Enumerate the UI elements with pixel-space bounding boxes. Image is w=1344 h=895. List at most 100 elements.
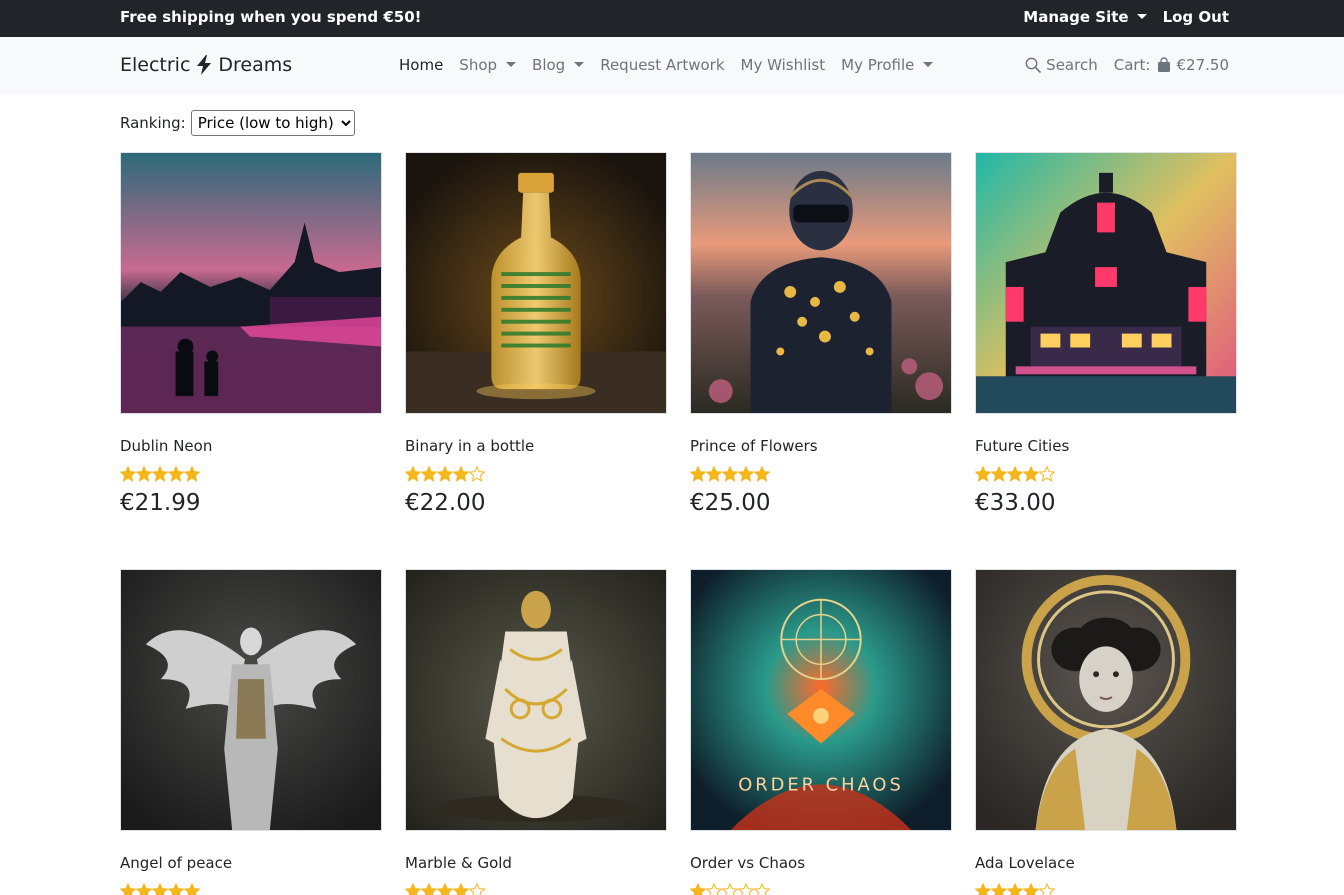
star-filled-icon: [690, 883, 706, 895]
rating-stars: [690, 466, 770, 484]
star-filled-icon: [1023, 466, 1039, 482]
cart-label: Cart:: [1113, 56, 1151, 74]
nav-request-artwork[interactable]: Request Artwork: [600, 56, 724, 74]
star-empty-icon: [469, 883, 485, 895]
product-price: €22.00: [405, 490, 486, 516]
shopping-bag-icon: [1157, 57, 1170, 72]
star-filled-icon: [1023, 883, 1039, 895]
cart-total: €27.50: [1176, 56, 1230, 74]
brand-logo[interactable]: Electric Dreams: [120, 54, 292, 76]
product-card[interactable]: Future Cities €33.00: [975, 152, 1237, 516]
star-filled-icon: [152, 883, 168, 895]
search-label: Search: [1046, 56, 1098, 74]
star-filled-icon: [184, 883, 200, 895]
star-filled-icon: [437, 466, 453, 482]
nav-my-wishlist[interactable]: My Wishlist: [741, 56, 826, 74]
star-filled-icon: [690, 466, 706, 482]
star-filled-icon: [168, 466, 184, 482]
nav-shop-dropdown[interactable]: Shop: [459, 56, 516, 74]
promo-bar: Free shipping when you spend €50! Manage…: [0, 0, 1344, 37]
star-empty-icon: [754, 883, 770, 895]
star-empty-icon: [1039, 883, 1055, 895]
star-filled-icon: [722, 466, 738, 482]
product-title[interactable]: Angel of peace: [120, 854, 232, 872]
product-card[interactable]: ORDER CHAOS Order vs Chaos: [690, 569, 952, 895]
star-filled-icon: [706, 466, 722, 482]
product-card[interactable]: Angel of peace: [120, 569, 382, 895]
star-filled-icon: [453, 466, 469, 482]
star-empty-icon: [722, 883, 738, 895]
star-filled-icon: [453, 883, 469, 895]
star-filled-icon: [136, 466, 152, 482]
product-title[interactable]: Marble & Gold: [405, 854, 512, 872]
product-image-marble-gold[interactable]: [405, 569, 667, 831]
star-filled-icon: [991, 883, 1007, 895]
star-filled-icon: [738, 466, 754, 482]
product-card[interactable]: Dublin Neon €21.99: [120, 152, 382, 516]
rating-stars: [975, 466, 1055, 484]
ranking-label: Ranking:: [120, 114, 186, 132]
star-empty-icon: [1039, 466, 1055, 482]
product-title[interactable]: Ada Lovelace: [975, 854, 1075, 872]
brand-text-left: Electric: [120, 54, 191, 76]
star-filled-icon: [120, 883, 136, 895]
star-empty-icon: [706, 883, 722, 895]
ranking-select[interactable]: Price (low to high): [190, 110, 355, 136]
product-image-angel-of-peace[interactable]: [120, 569, 382, 831]
star-filled-icon: [991, 466, 1007, 482]
lightning-icon: [197, 55, 212, 75]
star-filled-icon: [405, 466, 421, 482]
product-card[interactable]: Prince of Flowers €25.00: [690, 152, 952, 516]
star-empty-icon: [469, 466, 485, 482]
cart-link[interactable]: Cart: €27.50: [1114, 56, 1229, 74]
product-image-future-cities[interactable]: [975, 152, 1237, 414]
search-link[interactable]: Search: [1025, 56, 1098, 74]
product-image-order-vs-chaos[interactable]: ORDER CHAOS: [690, 569, 952, 831]
rating-stars: [405, 466, 485, 484]
product-image-binary-bottle[interactable]: [405, 152, 667, 414]
logout-link[interactable]: Log Out: [1163, 8, 1229, 26]
rating-stars: [690, 883, 770, 895]
star-filled-icon: [184, 466, 200, 482]
rating-stars: [975, 883, 1055, 895]
search-icon: [1025, 57, 1041, 73]
nav-my-profile-dropdown[interactable]: My Profile: [841, 56, 933, 74]
nav-links: Home Shop Blog Request Artwork My Wishli…: [399, 56, 933, 74]
product-card[interactable]: Ada Lovelace: [975, 569, 1237, 895]
product-image-dublin-neon[interactable]: [120, 152, 382, 414]
nav-blog-dropdown[interactable]: Blog: [532, 56, 584, 74]
product-image-ada-lovelace[interactable]: [975, 569, 1237, 831]
product-image-prince-of-flowers[interactable]: [690, 152, 952, 414]
product-card[interactable]: Binary in a bottle €22.00: [405, 152, 667, 516]
product-title[interactable]: Dublin Neon: [120, 437, 212, 455]
nav-home[interactable]: Home: [399, 56, 443, 74]
product-title[interactable]: Future Cities: [975, 437, 1069, 455]
promo-text: Free shipping when you spend €50!: [120, 8, 422, 26]
star-filled-icon: [1007, 883, 1023, 895]
star-filled-icon: [136, 883, 152, 895]
star-filled-icon: [1007, 466, 1023, 482]
star-filled-icon: [754, 466, 770, 482]
star-filled-icon: [168, 883, 184, 895]
brand-text-right: Dreams: [218, 54, 293, 76]
star-filled-icon: [152, 466, 168, 482]
manage-site-dropdown[interactable]: Manage Site: [1023, 8, 1146, 26]
product-title[interactable]: Prince of Flowers: [690, 437, 818, 455]
ranking-control: Ranking: Price (low to high): [120, 110, 355, 136]
rating-stars: [405, 883, 485, 895]
star-filled-icon: [120, 466, 136, 482]
rating-stars: [120, 883, 200, 895]
product-title[interactable]: Binary in a bottle: [405, 437, 534, 455]
main-navbar: Electric Dreams Home Shop Blog Request A…: [0, 37, 1344, 94]
star-filled-icon: [975, 883, 991, 895]
product-price: €25.00: [690, 490, 771, 516]
product-title[interactable]: Order vs Chaos: [690, 854, 805, 872]
product-card[interactable]: Marble & Gold: [405, 569, 667, 895]
artwork-order-chaos-text: ORDER CHAOS: [738, 774, 904, 795]
product-price: €33.00: [975, 490, 1056, 516]
star-empty-icon: [738, 883, 754, 895]
nav-right: Search Cart: €27.50: [1025, 56, 1229, 74]
star-filled-icon: [421, 883, 437, 895]
star-filled-icon: [975, 466, 991, 482]
account-links: Manage Site Log Out: [1023, 8, 1229, 26]
